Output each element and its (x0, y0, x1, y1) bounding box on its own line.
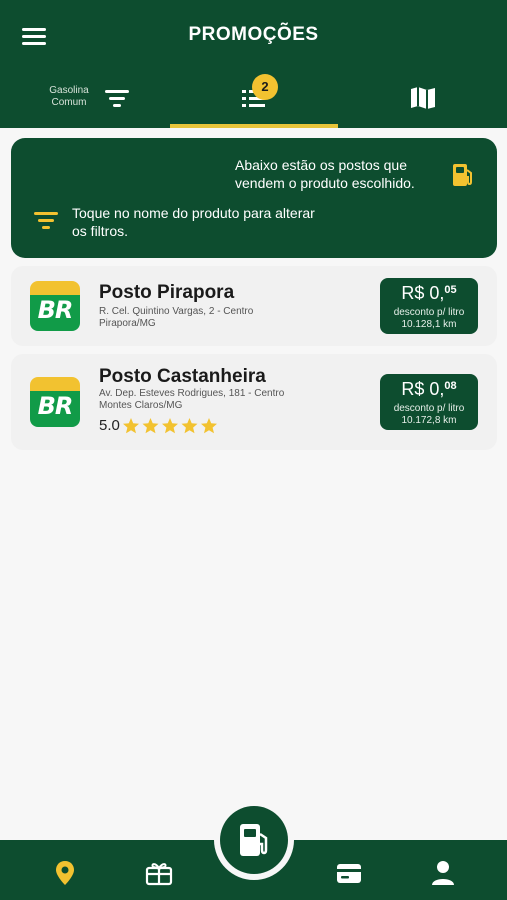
price-prefix: R$ 0, (401, 283, 445, 303)
active-tab-indicator (170, 124, 338, 128)
discount-text: desconto p/ litro (393, 403, 465, 414)
station-name: Posto Pirapora (99, 282, 235, 303)
logo-text: BR (37, 392, 74, 420)
info-banner: Abaixo estão os postos que vendem o prod… (11, 138, 497, 258)
user-icon (432, 861, 454, 885)
filter-icon (105, 90, 129, 107)
station-city: Montes Claros/MG (99, 400, 183, 411)
station-distance: 10.128,1 km (401, 319, 457, 330)
br-logo: BR (30, 281, 80, 331)
logo-band-yellow (30, 281, 80, 295)
price-prefix: R$ 0, (401, 379, 445, 399)
station-card[interactable]: BR Posto Pirapora R. Cel. Quintino Varga… (11, 266, 497, 346)
fuel-pump-icon (240, 824, 268, 856)
discount-box: R$ 0,05 desconto p/ litro 10.128,1 km (380, 278, 478, 334)
nav-gifts[interactable] (144, 858, 174, 888)
station-name: Posto Castanheira (99, 366, 266, 387)
rating-stars (123, 418, 217, 434)
fuel-filter-label: Gasolina Comum (49, 85, 89, 108)
station-address: Av. Dep. Esteves Rodrigues, 181 - Centro (99, 388, 285, 399)
map-icon (411, 87, 435, 109)
station-card[interactable]: BR Posto Castanheira Av. Dep. Esteves Ro… (11, 354, 497, 450)
price-cents: 05 (444, 284, 457, 296)
list-count-badge: 2 (252, 74, 278, 100)
discount-label: desconto p/ litro 10.172,8 km (380, 403, 478, 427)
info-text-filter-hint: Toque no nome do produto para alterar os… (72, 205, 315, 239)
station-distance: 10.172,8 km (401, 415, 457, 426)
location-pin-icon (56, 861, 74, 885)
discount-price: R$ 0,05 (380, 283, 478, 304)
tab-list[interactable]: 2 (170, 70, 338, 128)
nav-wallet[interactable] (334, 858, 364, 888)
filter-icon[interactable] (33, 210, 59, 230)
tab-map[interactable] (338, 70, 507, 128)
station-rating: 5.0 (99, 417, 120, 434)
logo-text: BR (37, 296, 74, 324)
top-bar: PROMOÇÕES Gasolina Comum 2 (0, 0, 507, 128)
discount-label: desconto p/ litro 10.128,1 km (380, 307, 478, 331)
page-title: PROMOÇÕES (188, 24, 319, 45)
br-logo: BR (30, 377, 80, 427)
nav-profile[interactable] (428, 858, 458, 888)
discount-price: R$ 0,08 (380, 379, 478, 400)
price-cents: 08 (444, 380, 457, 392)
fuel-pump-icon (453, 164, 472, 186)
tab-fuel-filter[interactable]: Gasolina Comum (0, 70, 170, 128)
fuel-fab-button[interactable] (220, 806, 288, 874)
discount-box: R$ 0,08 desconto p/ litro 10.172,8 km (380, 374, 478, 430)
station-city: Pirapora/MG (99, 318, 156, 329)
nav-location[interactable] (50, 858, 80, 888)
info-text-products: Abaixo estão os postos que vendem o prod… (235, 157, 415, 191)
gift-icon (145, 863, 173, 886)
logo-band-yellow (30, 377, 80, 391)
wallet-icon (337, 864, 361, 883)
station-address: R. Cel. Quintino Vargas, 2 - Centro (99, 306, 254, 317)
discount-text: desconto p/ litro (393, 307, 465, 318)
